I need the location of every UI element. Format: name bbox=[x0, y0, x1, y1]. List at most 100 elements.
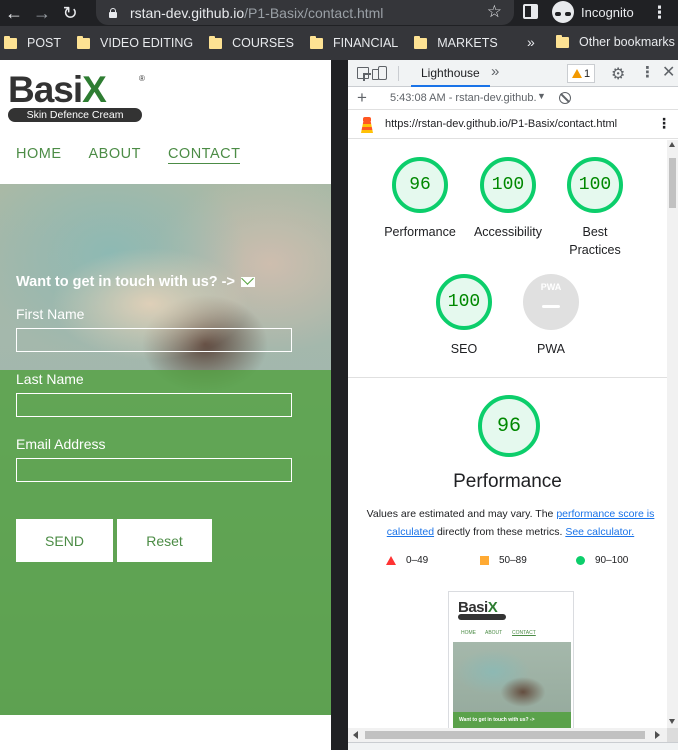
logo-wordmark: BasiX bbox=[8, 69, 107, 110]
report-menu-icon[interactable]: ⋮ bbox=[657, 115, 671, 132]
best-practices-gauge[interactable]: 100 bbox=[567, 157, 623, 213]
bookmark-label: POST bbox=[27, 36, 62, 50]
incognito-label: Incognito bbox=[581, 4, 634, 20]
back-arrow-icon[interactable]: ← bbox=[0, 0, 28, 26]
scroll-up-arrow-icon[interactable] bbox=[669, 142, 675, 147]
performance-gauge[interactable]: 96 bbox=[392, 157, 448, 213]
settings-gear-icon[interactable]: ⚙ bbox=[611, 64, 625, 84]
nav-about-link[interactable]: ABOUT bbox=[89, 146, 141, 164]
nav-home-link[interactable]: HOME bbox=[16, 146, 62, 164]
performance-note: Values are estimated and may vary. The p… bbox=[358, 505, 663, 541]
report-selector[interactable]: 5:43:08 AM - rstan-dev.github. bbox=[390, 92, 537, 104]
reset-button[interactable]: Reset bbox=[117, 519, 212, 562]
form-title-text: Want to get in touch with us? -> bbox=[16, 274, 235, 290]
logo-tagline: Skin Defence Cream bbox=[8, 108, 142, 122]
devtools-splitter[interactable] bbox=[331, 60, 348, 750]
average-square-icon bbox=[480, 556, 489, 565]
scrollbar-corner bbox=[667, 728, 678, 742]
best-practices-gauge-label: Best Practices bbox=[569, 225, 621, 257]
pwa-gauge-label: PWA bbox=[536, 342, 565, 356]
report-dropdown-icon[interactable]: ▼ bbox=[537, 91, 546, 101]
url-host: rstan-dev.github.io bbox=[130, 4, 245, 21]
new-report-icon[interactable]: + bbox=[357, 88, 367, 108]
bookmark-video-editing[interactable]: VIDEO EDITING bbox=[77, 35, 194, 50]
folder-icon bbox=[414, 35, 428, 49]
more-tabs-icon[interactable]: » bbox=[491, 63, 499, 80]
horizontal-scroll-thumb[interactable] bbox=[365, 731, 645, 739]
final-screenshot-thumbnail[interactable]: BasiX HOME ABOUT CONTACT Want to get in … bbox=[448, 591, 574, 728]
warning-icon bbox=[572, 69, 582, 78]
toolbar-separator bbox=[398, 66, 399, 81]
nav-contact-link[interactable]: CONTACT bbox=[167, 146, 241, 164]
bookmark-label: VIDEO EDITING bbox=[100, 36, 194, 50]
reload-icon[interactable]: ↻ bbox=[56, 0, 84, 26]
legend-pass: 90–100 bbox=[576, 555, 628, 566]
bookmarks-overflow-icon[interactable]: » bbox=[527, 34, 535, 50]
inspect-element-icon[interactable] bbox=[357, 67, 371, 81]
email-field[interactable] bbox=[16, 458, 292, 482]
bookmark-label: COURSES bbox=[232, 36, 294, 50]
forward-arrow-icon[interactable]: → bbox=[28, 0, 56, 26]
site-logo[interactable]: BasiX ® Skin Defence Cream bbox=[8, 69, 145, 122]
devtools-menu-icon[interactable]: ⋮ bbox=[640, 63, 655, 81]
fail-triangle-icon bbox=[386, 556, 396, 565]
scroll-left-arrow-icon[interactable] bbox=[353, 731, 358, 739]
browser-menu-icon[interactable]: ⋮ bbox=[651, 3, 668, 23]
warnings-badge[interactable]: 1 bbox=[567, 64, 596, 83]
incognito-icon bbox=[552, 1, 574, 23]
devtools-panel: Lighthouse » 1 ⚙ ⋮ ✕ + 5:43:08 AM - rsta… bbox=[348, 60, 678, 750]
first-name-field[interactable] bbox=[16, 328, 292, 352]
performance-score-gauge: 96 bbox=[478, 395, 540, 457]
send-button[interactable]: SEND bbox=[16, 519, 113, 562]
audited-url-bar: https://rstan-dev.github.io/P1-Basix/con… bbox=[348, 111, 678, 139]
scroll-down-arrow-icon[interactable] bbox=[669, 719, 675, 724]
last-name-label: Last Name bbox=[16, 371, 84, 387]
tab-lighthouse[interactable]: Lighthouse bbox=[411, 60, 490, 87]
website-viewport: BasiX ® Skin Defence Cream HOME ABOUT CO… bbox=[0, 60, 331, 750]
clear-reports-icon[interactable] bbox=[559, 92, 571, 104]
bookmark-post[interactable]: POST bbox=[4, 35, 62, 50]
bookmark-label: MARKETS bbox=[437, 36, 498, 50]
bookmark-markets[interactable]: MARKETS bbox=[414, 35, 498, 50]
performance-heading: Performance bbox=[453, 471, 562, 492]
last-name-field[interactable] bbox=[16, 393, 292, 417]
logo-x: X bbox=[82, 69, 107, 110]
bookmark-financial[interactable]: FINANCIAL bbox=[309, 35, 399, 50]
device-toolbar-icon[interactable] bbox=[372, 66, 387, 80]
folder-icon bbox=[209, 35, 223, 49]
bookmark-label: FINANCIAL bbox=[332, 36, 399, 50]
audited-url[interactable]: https://rstan-dev.github.io/P1-Basix/con… bbox=[385, 118, 617, 130]
lighthouse-report: 96 Performance 100 Accessibility 100 Bes… bbox=[348, 140, 667, 728]
lock-icon bbox=[108, 7, 118, 18]
seo-gauge-label: SEO bbox=[450, 342, 478, 356]
lighthouse-toolbar: + 5:43:08 AM - rstan-dev.github. ▼ bbox=[348, 88, 678, 110]
close-devtools-icon[interactable]: ✕ bbox=[662, 62, 675, 82]
warning-count: 1 bbox=[584, 67, 591, 80]
pwa-gauge[interactable]: PWA bbox=[523, 274, 579, 330]
performance-gauge-label: Performance bbox=[384, 225, 456, 239]
accessibility-gauge[interactable]: 100 bbox=[480, 157, 536, 213]
folder-icon bbox=[309, 35, 323, 49]
folder-icon bbox=[4, 35, 17, 49]
pwa-badge-text: PWA bbox=[540, 282, 562, 292]
side-panel-icon[interactable] bbox=[523, 4, 538, 19]
other-bookmarks[interactable]: Other bookmarks bbox=[556, 34, 675, 49]
seo-gauge[interactable]: 100 bbox=[436, 274, 492, 330]
legend-fail: 0–49 bbox=[386, 555, 428, 566]
bookmark-courses[interactable]: COURSES bbox=[209, 35, 294, 50]
scroll-right-arrow-icon[interactable] bbox=[655, 731, 660, 739]
first-name-label: First Name bbox=[16, 306, 85, 322]
logo-registered-mark: ® bbox=[139, 74, 145, 83]
address-bar[interactable]: rstan-dev.github.io/P1-Basix/contact.htm… bbox=[96, 0, 514, 25]
other-bookmarks-label: Other bookmarks bbox=[579, 35, 675, 49]
report-horizontal-scrollbar[interactable] bbox=[348, 728, 667, 742]
section-divider bbox=[348, 377, 667, 378]
form-title: Want to get in touch with us? -> bbox=[16, 274, 255, 290]
bookmark-star-icon[interactable]: ☆ bbox=[487, 2, 502, 22]
thumbnail-hero-image: Want to get in touch with us? -> bbox=[453, 642, 571, 728]
incognito-indicator[interactable]: Incognito bbox=[552, 1, 634, 23]
folder-icon bbox=[556, 34, 569, 48]
vertical-scroll-thumb[interactable] bbox=[669, 158, 676, 208]
report-vertical-scrollbar[interactable] bbox=[667, 140, 678, 728]
see-calculator-link[interactable]: See calculator. bbox=[565, 526, 634, 538]
